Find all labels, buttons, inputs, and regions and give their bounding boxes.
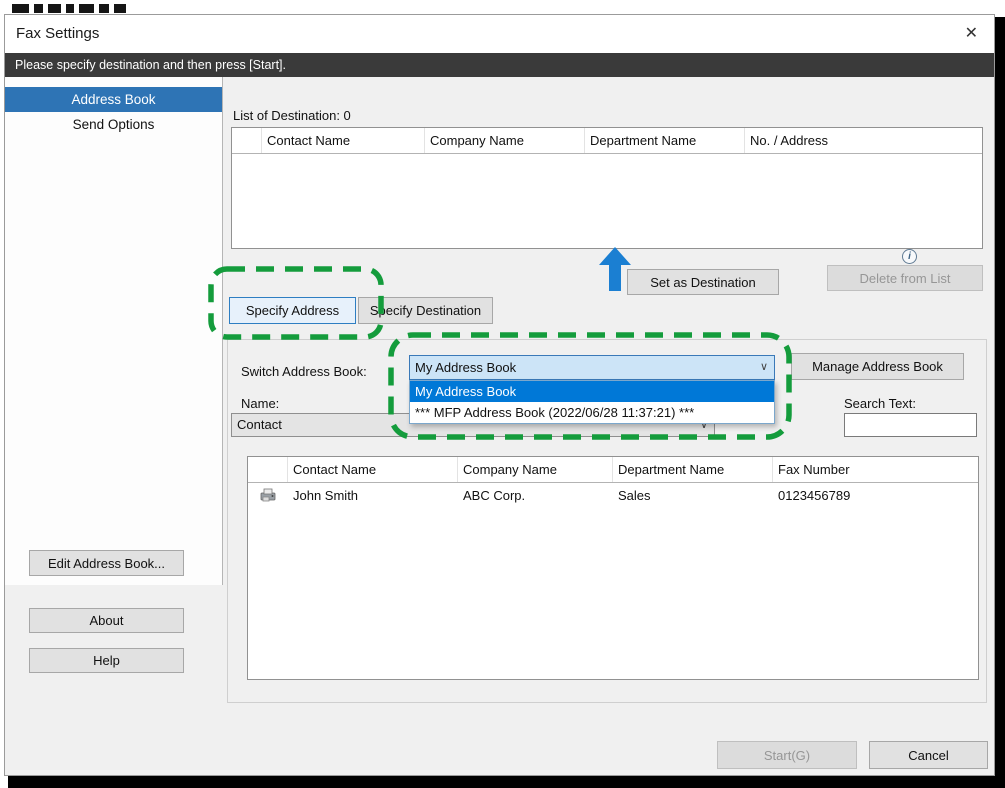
screen: Fax Settings ✕ Please specify destinatio… bbox=[0, 0, 1005, 788]
specify-address-button[interactable]: Specify Address bbox=[229, 297, 356, 324]
fax-icon bbox=[248, 488, 288, 502]
column-department-name[interactable]: Department Name bbox=[613, 457, 773, 482]
help-button[interactable]: Help bbox=[29, 648, 184, 673]
delete-from-list-button[interactable]: Delete from List bbox=[827, 265, 983, 291]
start-button[interactable]: Start(G) bbox=[717, 741, 857, 769]
edit-address-book-button[interactable]: Edit Address Book... bbox=[29, 550, 184, 576]
column-contact-name[interactable]: Contact Name bbox=[262, 128, 425, 153]
about-button[interactable]: About bbox=[29, 608, 184, 633]
destination-table-header: Contact Name Company Name Department Nam… bbox=[232, 128, 982, 154]
company-name-cell: ABC Corp. bbox=[458, 488, 613, 503]
column-company-name[interactable]: Company Name bbox=[425, 128, 585, 153]
background-window-edge bbox=[995, 17, 1005, 788]
cancel-button[interactable]: Cancel bbox=[869, 741, 988, 769]
column-no-address[interactable]: No. / Address bbox=[745, 128, 982, 153]
contacts-table[interactable]: Contact Name Company Name Department Nam… bbox=[247, 456, 979, 680]
background-window-edge bbox=[8, 776, 1005, 788]
sidebar-item-address-book[interactable]: Address Book bbox=[5, 87, 222, 112]
destination-count-label: List of Destination: 0 bbox=[233, 107, 351, 125]
set-as-destination-button[interactable]: Set as Destination bbox=[627, 269, 779, 295]
title-bar: Fax Settings ✕ bbox=[5, 15, 994, 53]
column-icon bbox=[248, 457, 288, 482]
contact-row[interactable]: John Smith ABC Corp. Sales 0123456789 bbox=[248, 483, 978, 507]
address-book-combobox-value: My Address Book bbox=[415, 356, 754, 379]
address-book-dropdown-list: My Address Book *** MFP Address Book (20… bbox=[409, 380, 775, 424]
column-department-name[interactable]: Department Name bbox=[585, 128, 745, 153]
dropdown-option-my-address-book[interactable]: My Address Book bbox=[410, 381, 774, 402]
chevron-down-icon: ∨ bbox=[760, 356, 768, 379]
column-company-name[interactable]: Company Name bbox=[458, 457, 613, 482]
sidebar: Address Book Send Options Edit Address B… bbox=[5, 77, 223, 585]
manage-address-book-button[interactable]: Manage Address Book bbox=[791, 353, 964, 380]
close-icon[interactable]: ✕ bbox=[965, 24, 978, 44]
background-window-text-fragment bbox=[12, 2, 126, 13]
column-icon bbox=[232, 128, 262, 153]
window-title: Fax Settings bbox=[16, 15, 99, 53]
fax-settings-dialog: Fax Settings ✕ Please specify destinatio… bbox=[4, 14, 995, 776]
department-name-cell: Sales bbox=[613, 488, 773, 503]
search-text-input[interactable] bbox=[844, 413, 977, 437]
column-fax-number[interactable]: Fax Number bbox=[773, 457, 978, 482]
specify-destination-button[interactable]: Specify Destination bbox=[358, 297, 493, 324]
address-book-combobox[interactable]: My Address Book ∨ bbox=[409, 355, 775, 380]
name-label: Name: bbox=[241, 395, 279, 413]
column-contact-name[interactable]: Contact Name bbox=[288, 457, 458, 482]
switch-address-book-label: Switch Address Book: bbox=[241, 363, 367, 381]
sidebar-item-send-options[interactable]: Send Options bbox=[5, 112, 222, 137]
contact-name-cell: John Smith bbox=[288, 488, 458, 503]
info-icon[interactable]: i bbox=[902, 249, 917, 264]
status-banner: Please specify destination and then pres… bbox=[5, 53, 994, 77]
destination-list-table[interactable]: Contact Name Company Name Department Nam… bbox=[231, 127, 983, 249]
contacts-table-header: Contact Name Company Name Department Nam… bbox=[248, 457, 978, 483]
fax-number-cell: 0123456789 bbox=[773, 488, 978, 503]
search-text-label: Search Text: bbox=[844, 395, 916, 413]
dropdown-option-mfp-address-book[interactable]: *** MFP Address Book (2022/06/28 11:37:2… bbox=[410, 402, 774, 423]
